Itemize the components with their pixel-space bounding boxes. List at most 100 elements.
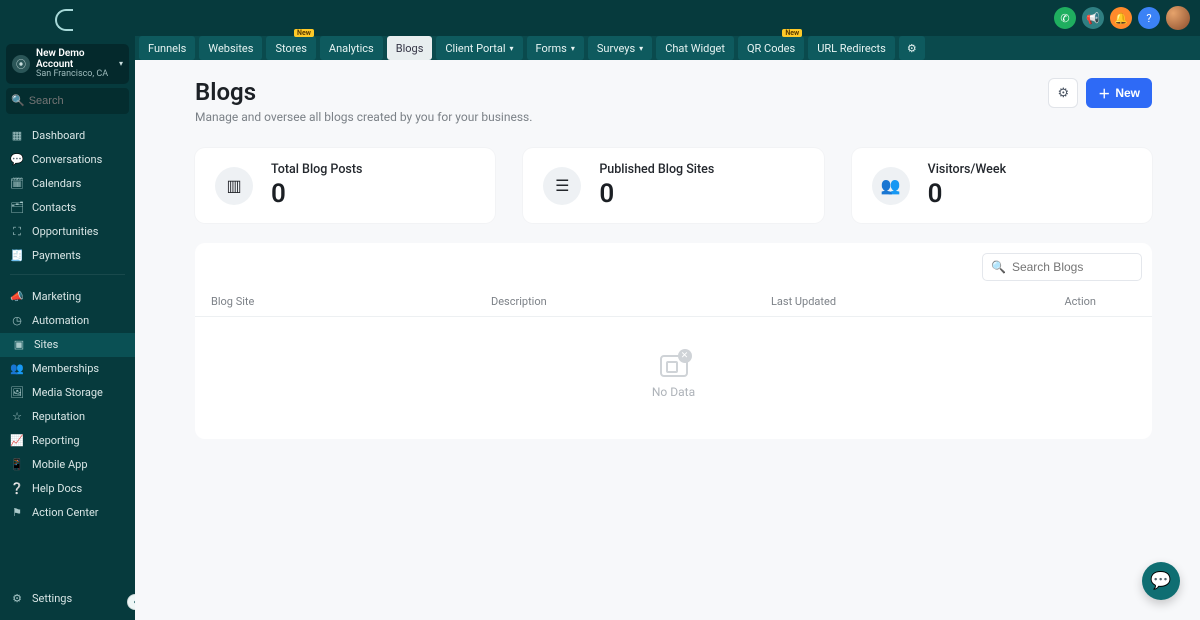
tab-websites[interactable]: Websites	[199, 36, 262, 60]
nav-help[interactable]: ❔Help Docs	[0, 477, 135, 501]
nav-label: Sites	[34, 338, 58, 351]
stat-value: 0	[599, 179, 714, 209]
search-blogs[interactable]: 🔍	[982, 253, 1142, 281]
chevron-down-icon: ▾	[119, 59, 123, 68]
nav-contacts[interactable]: 🗂Contacts	[0, 196, 135, 220]
nav-sites[interactable]: ▣ Sites	[0, 333, 135, 357]
nav-settings[interactable]: ⚙Settings	[0, 586, 135, 610]
tab-settings[interactable]: ⚙	[899, 36, 925, 60]
nav-automation[interactable]: ◷ Automation	[0, 309, 135, 333]
empty-text: No Data	[195, 385, 1152, 399]
nav-label: Payments	[32, 249, 81, 262]
tab-qr[interactable]: QR CodesNew	[738, 36, 804, 60]
nav-label: Marketing	[32, 290, 81, 303]
phone-icon[interactable]: ✆	[1054, 7, 1076, 29]
account-avatar-icon: ⦿	[12, 55, 30, 73]
tab-label: Client Portal	[445, 42, 505, 55]
stat-total-posts: ▥ Total Blog Posts 0	[195, 148, 495, 223]
stat-published: ☰ Published Blog Sites 0	[523, 148, 823, 223]
page-title: Blogs	[195, 78, 532, 106]
tab-redirects[interactable]: URL Redirects	[808, 36, 895, 60]
phone-icon: 📱	[10, 458, 24, 472]
nav-label: Conversations	[32, 153, 102, 166]
empty-state: No Data	[195, 317, 1152, 399]
published-icon: ☰	[543, 167, 581, 205]
tab-chat-widget[interactable]: Chat Widget	[656, 36, 734, 60]
automation-icon: ◷	[10, 314, 24, 328]
tab-client-portal[interactable]: Client Portal ▾	[436, 36, 522, 60]
nav-divider	[10, 274, 125, 275]
nav-reporting[interactable]: 📈Reporting	[0, 429, 135, 453]
nav-reputation[interactable]: ☆ Reputation	[0, 405, 135, 429]
nav-dashboard[interactable]: ▦Dashboard	[0, 124, 135, 148]
search-icon: 🔍	[991, 260, 1006, 274]
tab-surveys[interactable]: Surveys▾	[588, 36, 652, 60]
sidebar: ⦿ New Demo Account San Francisco, CA ▾ 🔍…	[0, 0, 135, 620]
account-location: San Francisco, CA	[36, 70, 113, 80]
tab-label: Surveys	[597, 42, 635, 55]
tab-label: QR Codes	[747, 42, 795, 55]
nav-memberships[interactable]: 👥 Memberships	[0, 357, 135, 381]
search-blogs-input[interactable]	[1012, 260, 1167, 274]
tab-blogs[interactable]: Blogs	[387, 36, 433, 60]
stat-value: 0	[928, 179, 1006, 209]
chat-fab[interactable]: 💬	[1142, 562, 1180, 600]
nav-label: Contacts	[32, 201, 76, 214]
nav-calendars[interactable]: 🗓Calendars	[0, 172, 135, 196]
nav-secondary: 📣Marketing ◷ Automation ▣ Sites 👥 Membershi…	[0, 285, 135, 525]
nav-conversations[interactable]: 💬Conversations	[0, 148, 135, 172]
page-subtitle: Manage and oversee all blogs created by …	[195, 110, 532, 124]
new-blog-button[interactable]: ＋New	[1086, 78, 1152, 108]
help-icon: ❔	[10, 482, 24, 496]
nav-payments[interactable]: 🧾 Payments	[0, 244, 135, 268]
search-icon: 🔍	[11, 94, 25, 107]
button-label: New	[1115, 86, 1140, 100]
nav-label: Media Storage	[32, 386, 103, 399]
nav-opportunities[interactable]: ⛶Opportunities	[0, 220, 135, 244]
users-icon: 👥	[10, 362, 24, 376]
nav-mobile[interactable]: 📱Mobile App	[0, 453, 135, 477]
account-switcher[interactable]: ⦿ New Demo Account San Francisco, CA ▾	[6, 44, 129, 84]
payments-icon: 🧾	[10, 249, 24, 263]
tab-funnels[interactable]: Funnels	[139, 36, 195, 60]
col-blog-site: Blog Site	[211, 295, 491, 308]
nav-label: Memberships	[32, 362, 99, 375]
nav-label: Reputation	[32, 410, 85, 423]
image-icon: 🖼	[10, 386, 24, 400]
help-icon[interactable]: ?	[1138, 7, 1160, 29]
nav-action-center[interactable]: ⚑ Action Center	[0, 501, 135, 525]
new-badge: New	[294, 29, 314, 37]
nav-media[interactable]: 🖼 Media Storage	[0, 381, 135, 405]
new-badge: New	[782, 29, 802, 37]
logo[interactable]	[0, 0, 135, 40]
logo-mark-icon	[55, 9, 73, 31]
table-head: Blog Site Description Last Updated Actio…	[195, 289, 1152, 317]
star-icon: ☆	[10, 410, 24, 424]
posts-icon: ▥	[215, 167, 253, 205]
visitors-icon: 👥	[872, 167, 910, 205]
tab-stores[interactable]: StoresNew	[266, 36, 315, 60]
nav-marketing[interactable]: 📣Marketing	[0, 285, 135, 309]
col-action: Action	[1016, 295, 1136, 308]
user-avatar[interactable]	[1166, 6, 1190, 30]
tab-forms[interactable]: Forms▾	[527, 36, 584, 60]
tab-analytics[interactable]: Analytics	[320, 36, 383, 60]
sites-icon: ▣	[12, 338, 26, 352]
bell-icon[interactable]: 🔔	[1110, 7, 1132, 29]
stat-label: Total Blog Posts	[271, 162, 362, 177]
nav-label: Action Center	[32, 506, 99, 519]
flag-icon: ⚑	[10, 506, 24, 520]
announce-icon[interactable]: 📢	[1082, 7, 1104, 29]
nav-label: Calendars	[32, 177, 81, 190]
chevron-down-icon: ▾	[510, 44, 514, 53]
page-settings-button[interactable]: ⚙	[1048, 78, 1078, 108]
nav-label: Automation	[32, 314, 89, 327]
chart-icon: 📈	[10, 434, 24, 448]
tab-label: Funnels	[148, 42, 186, 55]
tab-label: URL Redirects	[817, 42, 886, 55]
tab-label: Blogs	[396, 42, 424, 55]
sidebar-search-input[interactable]	[29, 95, 135, 107]
sidebar-search[interactable]: 🔍 ctrl K 📌	[6, 88, 129, 114]
col-updated: Last Updated	[771, 295, 1016, 308]
stat-value: 0	[271, 179, 362, 209]
